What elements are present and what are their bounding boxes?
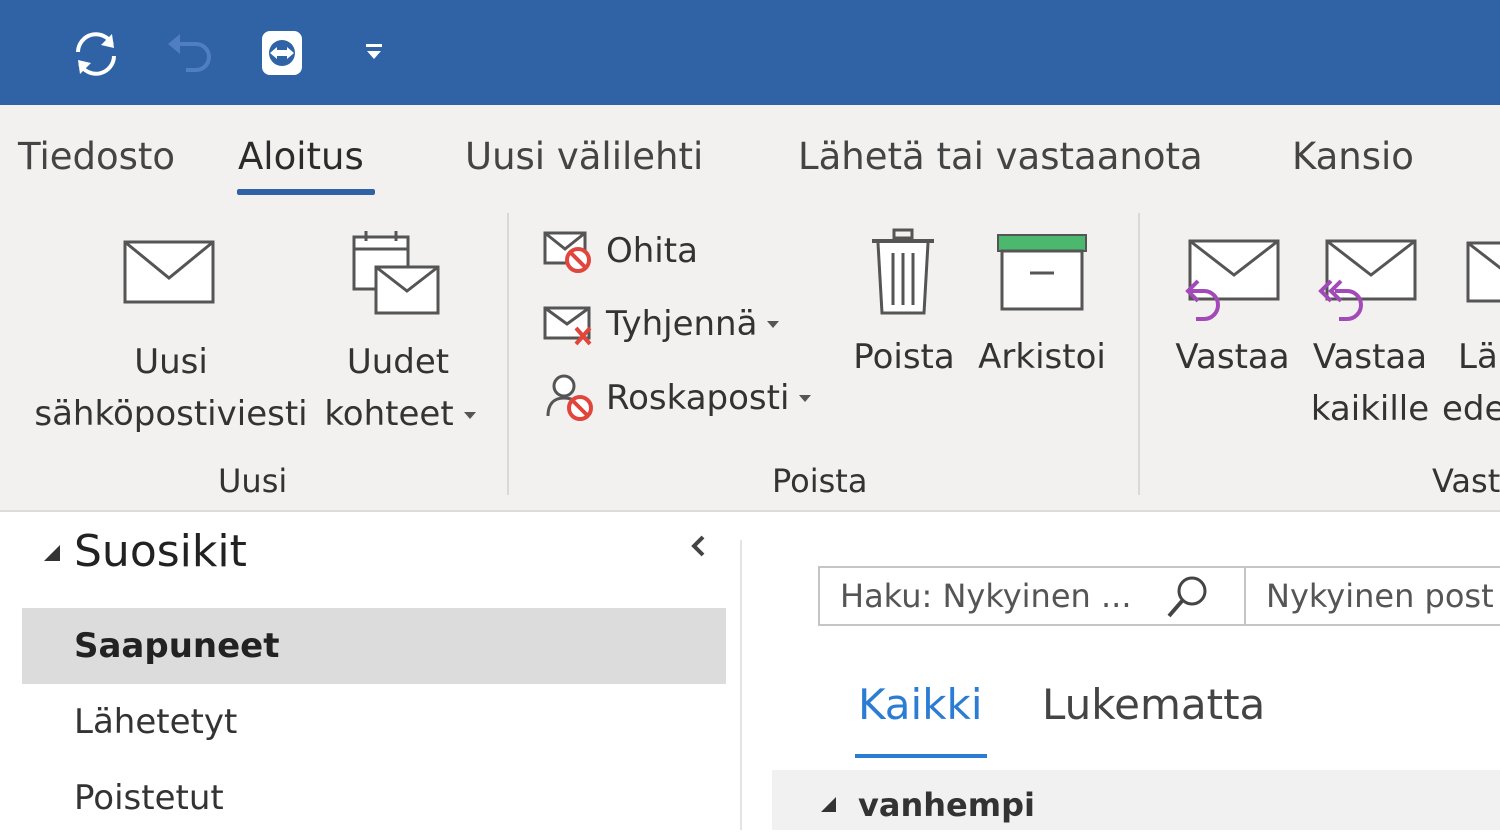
folder-item-inbox[interactable]: Saapuneet	[22, 608, 726, 684]
new-items-label-2: kohteet	[320, 388, 480, 440]
clean-up-label: Tyhjennä	[606, 304, 758, 344]
message-group-header[interactable]: vanhempi	[772, 770, 1500, 830]
junk-button[interactable]: Roskaposti	[542, 371, 812, 425]
ignore-label: Ohita	[606, 231, 698, 271]
undo-icon[interactable]	[160, 25, 220, 83]
folder-label: Poistetut	[74, 778, 224, 818]
teamviewer-icon[interactable]	[252, 22, 312, 84]
group-label-delete: Poista	[772, 462, 868, 500]
pane-divider	[740, 540, 742, 830]
reply-all-icon	[1318, 239, 1417, 321]
new-email-label-1: Uusi	[134, 342, 208, 382]
new-email-button[interactable]: Uusi sähköpostiviesti	[30, 230, 312, 440]
collapse-triangle-icon	[821, 797, 836, 812]
search-box[interactable]: Haku: Nykyinen ... Nykyinen post	[818, 566, 1500, 626]
group-label-respond: Vast	[1432, 462, 1500, 500]
customize-quick-access-icon[interactable]	[356, 34, 392, 70]
folder-label: Saapuneet	[74, 626, 280, 666]
junk-icon	[546, 374, 593, 421]
trash-icon	[872, 228, 934, 315]
filter-tab-all[interactable]: Kaikki	[858, 680, 983, 729]
tab-folder[interactable]: Kansio	[1292, 135, 1414, 178]
folder-item-sent[interactable]: Lähetetyt	[22, 684, 726, 760]
search-scope-dropdown[interactable]: Nykyinen post	[1266, 568, 1494, 624]
search-input[interactable]: Haku: Nykyinen ...	[840, 568, 1131, 624]
new-items-button[interactable]: Uudet kohteet	[318, 225, 478, 440]
favorites-header[interactable]: Suosikit	[40, 526, 247, 577]
group-divider	[507, 213, 509, 495]
chevron-left-icon	[691, 535, 705, 557]
group-label-new: Uusi	[218, 462, 288, 500]
forward-icon	[1466, 241, 1500, 303]
active-filter-indicator	[855, 754, 987, 758]
tab-send-receive[interactable]: Lähetä tai vastaanota	[798, 135, 1203, 178]
search-icon	[1167, 576, 1207, 618]
tab-file[interactable]: Tiedosto	[18, 135, 175, 178]
reply-all-button[interactable]: Vastaa kaikille	[1305, 225, 1435, 440]
title-bar	[0, 0, 1500, 105]
new-items-label-1: Uudet	[346, 342, 450, 382]
reply-icon	[1185, 239, 1280, 321]
delete-label: Poista	[853, 337, 955, 377]
collapse-triangle-icon	[44, 544, 60, 561]
reply-label: Vastaa	[1175, 337, 1290, 377]
chevron-down-icon	[463, 412, 476, 419]
ignore-icon	[543, 231, 591, 273]
favorites-label: Suosikit	[74, 526, 247, 577]
reply-button[interactable]: Vastaa	[1170, 225, 1295, 395]
collapse-pane-button[interactable]	[684, 530, 712, 562]
delete-button[interactable]: Poista	[848, 225, 960, 395]
envelope-icon	[123, 240, 215, 304]
group-header-label: vanhempi	[858, 786, 1035, 824]
reply-all-label-1: Vastaa	[1312, 337, 1428, 377]
folder-label: Lähetetyt	[74, 702, 238, 742]
junk-label: Roskaposti	[606, 378, 790, 418]
group-divider	[1138, 213, 1140, 495]
forward-button[interactable]: Lä ede	[1440, 225, 1500, 440]
archive-icon	[997, 234, 1087, 311]
new-items-icon	[352, 231, 440, 315]
search-button[interactable]	[1160, 572, 1216, 622]
forward-label-2: ede	[1442, 389, 1500, 429]
clean-up-icon	[543, 306, 592, 346]
archive-label: Arkistoi	[978, 337, 1106, 377]
chevron-down-icon	[799, 394, 812, 402]
folder-pane: Suosikit Saapuneet Lähetetyt Poistetut	[0, 512, 740, 830]
active-tab-indicator	[237, 189, 375, 195]
chevron-down-icon	[767, 320, 780, 328]
clean-up-button[interactable]: Tyhjennä	[542, 298, 780, 350]
new-email-label-2: sähköpostiviesti	[34, 394, 308, 434]
search-divider	[1244, 568, 1246, 624]
tab-home[interactable]: Aloitus	[238, 135, 364, 178]
sync-icon[interactable]	[62, 25, 130, 83]
reply-all-label-2: kaikille	[1310, 389, 1430, 429]
tab-new-tab[interactable]: Uusi välilehti	[465, 135, 703, 178]
archive-button[interactable]: Arkistoi	[972, 225, 1112, 395]
forward-label-1: Lä	[1458, 337, 1498, 377]
filter-tab-unread[interactable]: Lukematta	[1042, 680, 1265, 729]
ignore-button[interactable]: Ohita	[542, 225, 698, 277]
ribbon: Tiedosto Aloitus Uusi välilehti Lähetä t…	[0, 105, 1500, 512]
folder-item-deleted[interactable]: Poistetut	[22, 760, 726, 836]
